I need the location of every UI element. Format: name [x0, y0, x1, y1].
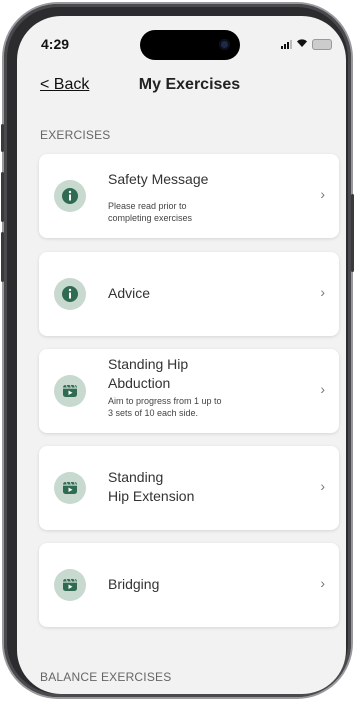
dynamic-island: [140, 30, 240, 60]
card-subtitle: Aim to progress from 1 up to: [108, 396, 222, 406]
exercise-card-standing-hip-abduction[interactable]: Standing Hip Abduction Aim to progress f…: [39, 349, 339, 433]
mute-switch: [1, 124, 4, 152]
phone-frame: 4:29 < Back My Exercises EXERCISES Safet…: [1, 4, 354, 697]
exercise-card-safety-message[interactable]: Safety Message Please read prior to comp…: [39, 154, 339, 238]
signal-icon: [281, 39, 292, 49]
battery-icon: [312, 38, 332, 50]
power-button: [351, 194, 354, 272]
front-camera: [219, 39, 230, 50]
card-title: Standing: [108, 469, 164, 485]
info-icon: [54, 278, 86, 310]
video-icon: [54, 472, 86, 504]
chevron-right-icon: ›: [320, 284, 325, 300]
nav-bar: < Back My Exercises: [17, 68, 346, 104]
section-heading-balance-exercises: BALANCE EXERCISES: [40, 670, 172, 684]
status-time: 4:29: [41, 36, 70, 52]
chevron-right-icon: ›: [320, 381, 325, 397]
card-title: Safety Message: [108, 171, 209, 187]
card-subtitle: 3 sets of 10 each side.: [108, 408, 199, 418]
chevron-right-icon: ›: [320, 186, 325, 202]
volume-down-button: [1, 232, 4, 282]
exercise-card-standing-hip-extension[interactable]: Standing Hip Extension ›: [39, 446, 339, 530]
chevron-right-icon: ›: [320, 478, 325, 494]
card-title: Abduction: [108, 375, 171, 391]
exercise-card-bridging[interactable]: Bridging ›: [39, 543, 339, 627]
card-title: Standing Hip: [108, 356, 189, 372]
page-title: My Exercises: [138, 76, 241, 93]
screen: 4:29 < Back My Exercises EXERCISES Safet…: [17, 16, 346, 694]
status-bar: 4:29: [17, 16, 346, 60]
status-icons: [281, 38, 332, 50]
info-icon: [54, 180, 86, 212]
card-title: Hip Extension: [108, 488, 195, 504]
section-heading-exercises: EXERCISES: [40, 128, 111, 142]
card-subtitle: Please read prior to: [108, 201, 187, 211]
card-subtitle: completing exercises: [108, 213, 193, 223]
wifi-icon: [296, 38, 308, 50]
video-icon: [54, 569, 86, 601]
video-icon: [54, 375, 86, 407]
volume-up-button: [1, 172, 4, 222]
card-title: Bridging: [108, 576, 160, 592]
exercise-card-advice[interactable]: Advice ›: [39, 252, 339, 336]
chevron-right-icon: ›: [320, 575, 325, 591]
card-title: Advice: [108, 285, 151, 301]
